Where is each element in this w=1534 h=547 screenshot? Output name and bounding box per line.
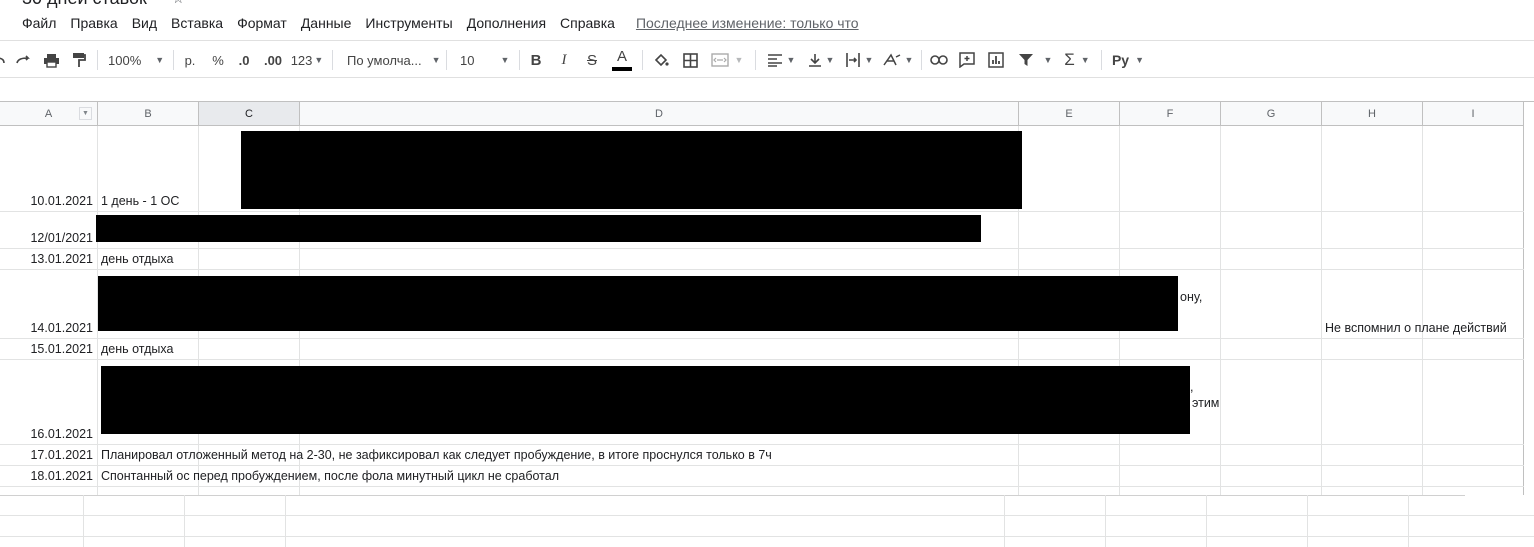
menu-format[interactable]: Формат — [230, 15, 294, 31]
text-color-label: A — [616, 48, 627, 65]
input-tools-button[interactable]: Ру ▼ — [1110, 50, 1146, 70]
toolbar: 100% ▼ р. % .0 .00 123 ▼ По умолча... ▼ 10 ▼… — [0, 40, 1534, 78]
text-rotation-icon[interactable]: ▼ — [881, 50, 915, 70]
menu-tools[interactable]: Инструменты — [358, 15, 459, 31]
insert-chart-icon[interactable] — [986, 50, 1006, 70]
currency-button[interactable]: р. — [181, 50, 199, 70]
chevron-down-icon: ▼ — [734, 55, 744, 65]
chevron-down-icon: ▼ — [155, 55, 165, 65]
cell-date[interactable]: 14.01.2021 — [2, 321, 93, 335]
menu-data[interactable]: Данные — [294, 15, 359, 31]
menu-addons[interactable]: Дополнения — [460, 15, 553, 31]
horizontal-align-icon[interactable]: ▼ — [764, 50, 798, 70]
chevron-down-icon: ▼ — [786, 55, 796, 65]
cell-date[interactable]: 13.01.2021 — [2, 252, 93, 266]
more-formats-button[interactable]: 123 ▼ — [290, 50, 324, 70]
cell-text[interactable]: 1 день - 1 ОС — [101, 194, 179, 208]
font-family-select[interactable]: По умолча... ▼ — [347, 50, 441, 70]
menu-view[interactable]: Вид — [125, 15, 164, 31]
chevron-down-icon: ▼ — [1080, 55, 1090, 65]
cell-text[interactable]: Планировал отложенный метод на 2-30, не … — [101, 448, 772, 462]
redaction-block — [241, 131, 1022, 209]
zoom-select[interactable]: 100% ▼ — [108, 50, 166, 70]
cell-date[interactable]: 10.01.2021 — [2, 194, 93, 208]
increase-decimal-button[interactable]: .00 — [261, 50, 285, 70]
menu-file[interactable]: Файл — [0, 15, 63, 31]
redo-icon[interactable] — [14, 50, 32, 70]
font-family-value: По умолча... — [347, 52, 422, 68]
bold-button[interactable]: B — [528, 50, 544, 70]
star-icon[interactable]: ☆ — [172, 0, 185, 7]
print-icon[interactable] — [41, 50, 61, 70]
chevron-down-icon: ▼ — [1043, 55, 1053, 65]
text-wrapping-icon[interactable]: ▼ — [842, 50, 876, 70]
cell-text[interactable]: Спонтанный ос перед пробуждением, после … — [101, 469, 559, 483]
decrease-decimal-button[interactable]: .0 — [234, 50, 254, 70]
insert-comment-icon[interactable] — [957, 50, 977, 70]
redaction-block — [98, 276, 1178, 331]
column-header-h[interactable]: H — [1322, 102, 1423, 126]
vertical-align-icon[interactable]: ▼ — [804, 50, 838, 70]
document-title[interactable]: 30 дней ставок — [22, 0, 147, 9]
column-header-d[interactable]: D — [300, 102, 1019, 126]
functions-icon[interactable]: Σ ▼ — [1060, 50, 1094, 70]
column-header-b[interactable]: B — [98, 102, 199, 126]
cell-date[interactable]: 12/01/2021 — [2, 231, 93, 245]
column-header-e[interactable]: E — [1019, 102, 1120, 126]
text-color-swatch — [612, 67, 632, 71]
more-formats-label: 123 — [290, 52, 313, 68]
chevron-down-icon: ▼ — [825, 55, 835, 65]
menu-bar: Файл Правка Вид Вставка Формат Данные Ин… — [0, 12, 859, 34]
input-tools-label: Ру — [1111, 52, 1130, 68]
percent-button[interactable]: % — [209, 50, 227, 70]
merge-cells-icon[interactable]: ▼ — [709, 50, 745, 70]
column-a-label: A — [44, 107, 53, 120]
menu-help[interactable]: Справка — [553, 15, 622, 31]
borders-icon[interactable] — [680, 50, 700, 70]
cell-text[interactable]: день отдыха — [101, 252, 173, 266]
cell-text[interactable]: день отдыха — [101, 342, 173, 356]
fill-color-icon[interactable] — [651, 50, 671, 70]
filter-toggle-icon[interactable]: ▼ — [79, 107, 92, 120]
menu-edit[interactable]: Правка — [63, 15, 124, 31]
strikethrough-button[interactable]: S — [584, 50, 600, 70]
menu-insert[interactable]: Вставка — [164, 15, 230, 31]
paint-format-icon[interactable] — [70, 50, 88, 70]
italic-button[interactable]: I — [556, 50, 572, 70]
column-header-c[interactable]: C — [199, 102, 300, 126]
cell-date[interactable]: 15.01.2021 — [2, 342, 93, 356]
font-size-select[interactable]: 10 ▼ — [460, 50, 512, 70]
column-header-i[interactable]: I — [1423, 102, 1524, 126]
cell-date[interactable]: 17.01.2021 — [2, 448, 93, 462]
zoom-value: 100% — [108, 52, 142, 68]
chevron-down-icon: ▼ — [314, 55, 324, 65]
formula-bar[interactable] — [0, 78, 1534, 102]
empty-grid-area — [0, 495, 1534, 547]
column-header-g[interactable]: G — [1221, 102, 1322, 126]
text-color-button[interactable]: A — [611, 47, 633, 73]
chevron-down-icon: ▼ — [864, 55, 874, 65]
column-header-f[interactable]: F — [1120, 102, 1221, 126]
cell-text-fragment: ону, — [1180, 290, 1203, 304]
cell-note[interactable]: Не вспомнил о плане действий — [1325, 321, 1507, 335]
insert-link-icon[interactable] — [929, 50, 949, 70]
cell-text-fragment: этим — [1192, 396, 1220, 410]
filter-icon[interactable]: ▼ — [1015, 50, 1055, 70]
redaction-block — [96, 215, 981, 242]
chevron-down-icon: ▼ — [500, 55, 510, 65]
font-size-value: 10 — [460, 52, 475, 68]
chevron-down-icon: ▼ — [904, 55, 914, 65]
column-header-a[interactable]: A ▼ — [0, 102, 98, 126]
sigma-icon: Σ — [1064, 50, 1075, 69]
cell-text-fragment: , — [1190, 380, 1194, 394]
redaction-block — [101, 366, 1190, 434]
undo-icon[interactable] — [0, 50, 8, 70]
chevron-down-icon: ▼ — [431, 55, 441, 65]
cell-date[interactable]: 18.01.2021 — [2, 469, 93, 483]
chevron-down-icon: ▼ — [1135, 55, 1145, 65]
cell-date[interactable]: 16.01.2021 — [2, 427, 93, 441]
last-edit-link[interactable]: Последнее изменение: только что — [636, 15, 859, 31]
